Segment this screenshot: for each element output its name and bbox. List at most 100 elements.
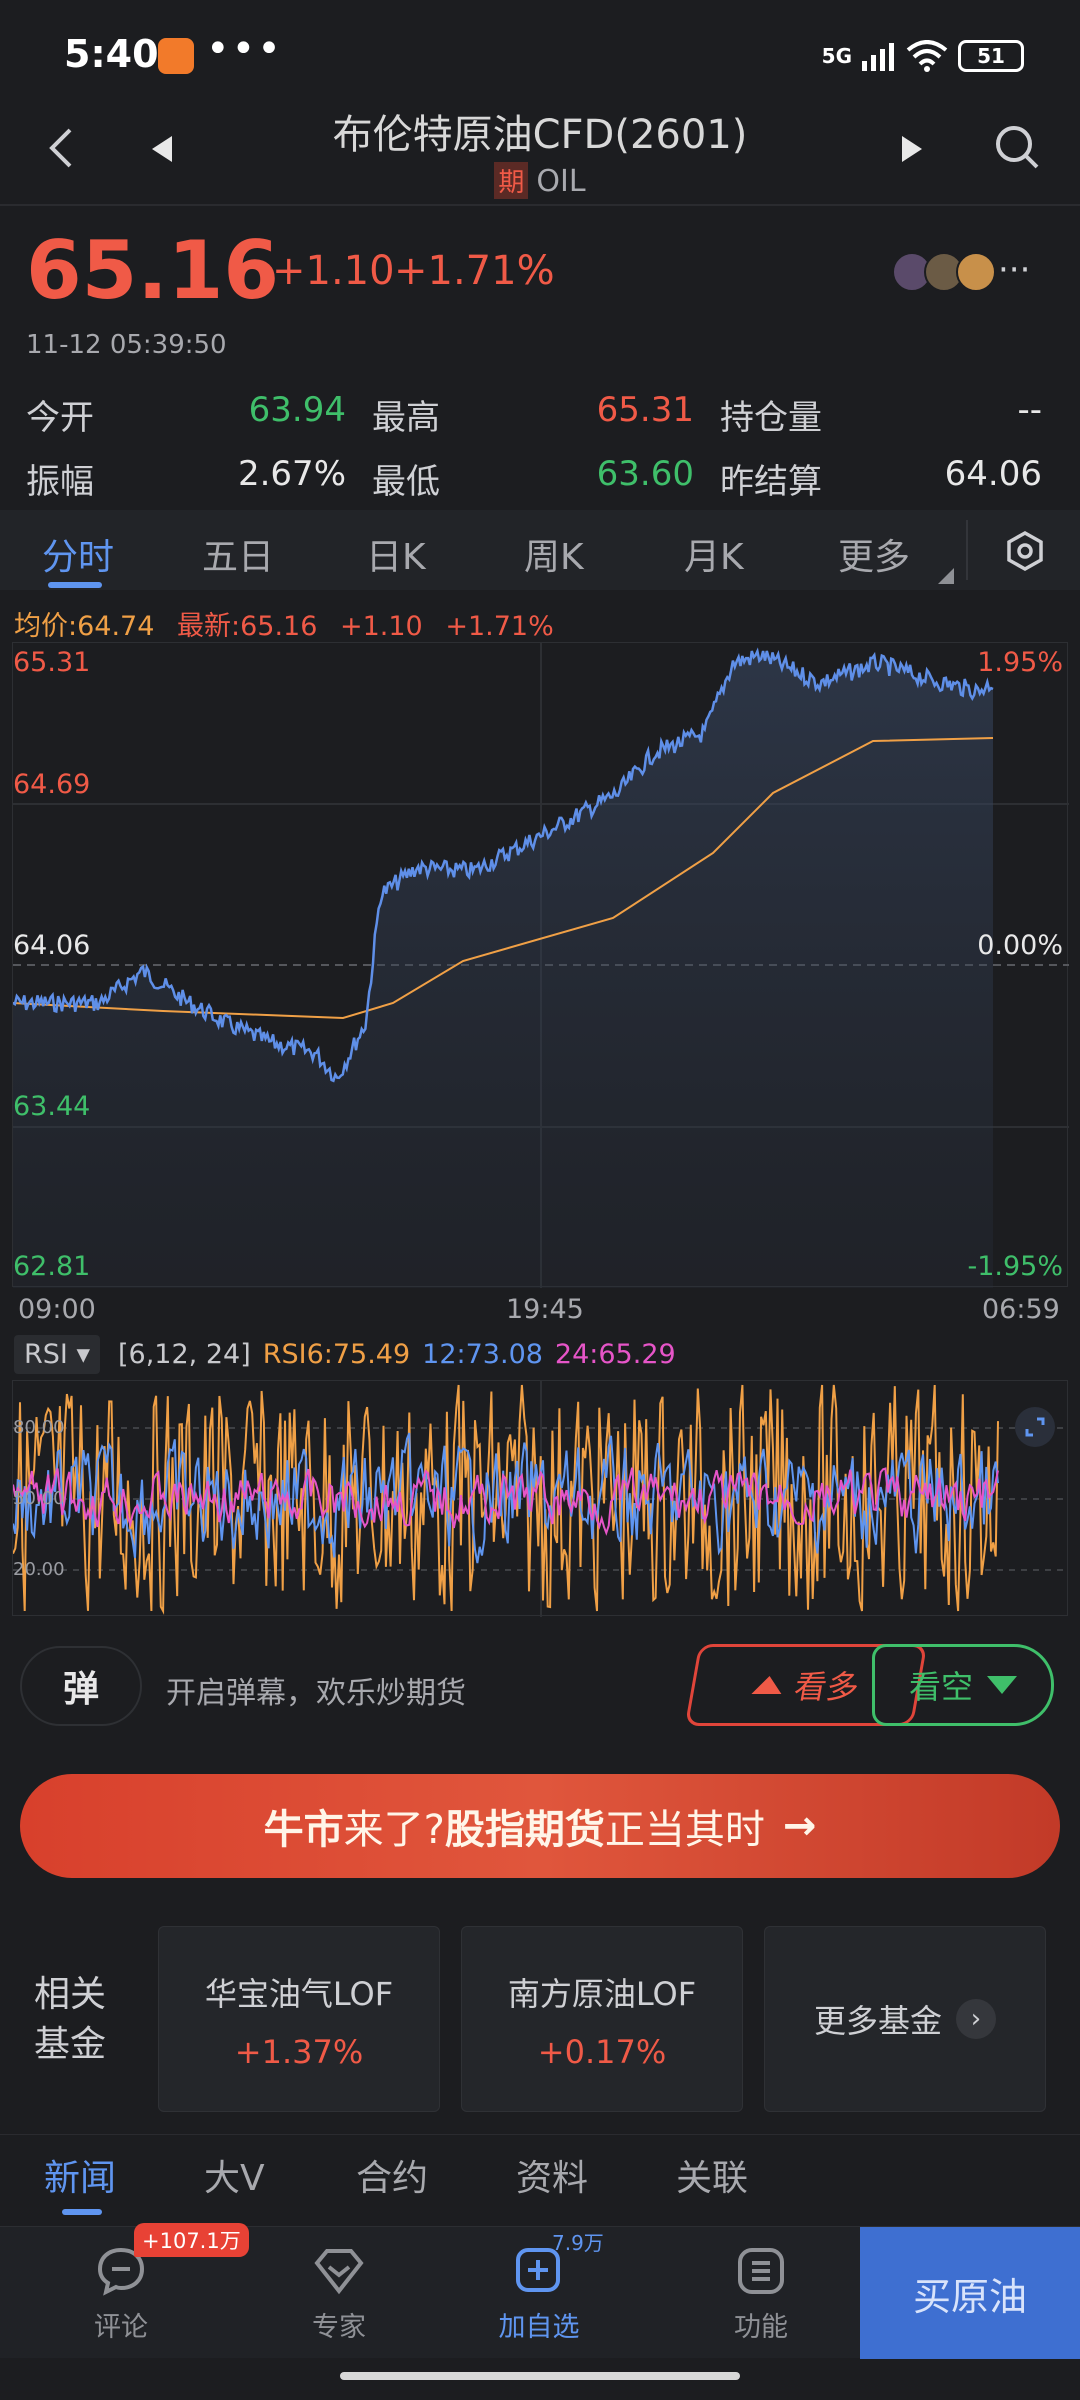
legend-chg: +1.10	[340, 611, 423, 642]
fund-name: 华宝油气LOF	[204, 1975, 394, 2013]
price-change: +1.10	[272, 248, 395, 294]
futures-tag: 期	[494, 162, 529, 199]
rsi24-value: 24:65.29	[554, 1338, 676, 1370]
fund-card[interactable]: 华宝油气LOF +1.37%	[158, 1926, 440, 2112]
intraday-chart-svg	[13, 643, 1069, 1288]
down-arrow-icon	[987, 1676, 1017, 1694]
bearish-label: 看空	[908, 1668, 973, 1706]
rsi12-value: 12:73.08	[422, 1338, 543, 1370]
rsi-chart-svg	[13, 1381, 1069, 1617]
arrow-right-icon: →	[782, 1803, 817, 1849]
tab-five-day[interactable]: 五日	[202, 528, 274, 580]
rsi-chart[interactable]: 80.00 50.00 20.00	[12, 1380, 1069, 1617]
x-label-end: 06:59	[982, 1294, 1060, 1325]
stat-label-open: 今开	[26, 398, 94, 438]
top-nav: 布伦特原油CFD(2601) 期 OIL	[0, 96, 1080, 206]
banner-text-4: 正当其时	[604, 1807, 765, 1853]
fullscreen-icon[interactable]	[1013, 1405, 1057, 1449]
avatar	[956, 252, 996, 292]
legend-pct: +1.71%	[445, 611, 554, 642]
danmaku-icon: 弹	[62, 1669, 99, 1710]
expert-icon	[314, 2249, 364, 2295]
comments-button[interactable]: 评论	[56, 2245, 186, 2344]
banner-text-3: 股指期货	[444, 1807, 605, 1853]
x-label-mid: 19:45	[506, 1294, 584, 1325]
kline-tabs: 分时 五日 日K 周K 月K 更多	[0, 510, 1080, 590]
status-icons: 5G 51	[822, 36, 1024, 76]
y-label-4: 63.44	[13, 1091, 91, 1122]
stat-value-high: 65.31	[596, 390, 694, 430]
stat-value-prev-settle: 64.06	[944, 454, 1042, 494]
stat-label-low: 最低	[372, 462, 440, 502]
bearish-button[interactable]: 看空	[872, 1644, 1054, 1726]
last-price: 65.16	[26, 224, 280, 317]
x-label-start: 09:00	[18, 1294, 96, 1325]
price-area	[13, 651, 993, 1288]
tab-intraday[interactable]: 分时	[42, 528, 114, 580]
more-notifications-icon: •••	[206, 26, 283, 72]
y-label-bottom: 62.81	[13, 1251, 91, 1282]
chevron-right-icon: ›	[956, 1999, 996, 2039]
rsi-level-50: 50.00	[13, 1488, 65, 1509]
dropdown-corner-icon	[938, 568, 954, 584]
tab-more[interactable]: 更多	[838, 528, 910, 580]
symbol-label: OIL	[536, 164, 586, 199]
tab-monthly-k[interactable]: 月K	[684, 528, 744, 580]
stat-value-low: 63.60	[596, 454, 694, 494]
indicator-selector-label: RSI	[24, 1338, 68, 1370]
y-right-mid: 0.00%	[977, 930, 1063, 961]
fund-name: 南方原油LOF	[507, 1975, 697, 2013]
home-indicator[interactable]	[340, 2372, 740, 2380]
search-icon[interactable]	[994, 124, 1040, 170]
tab-big-v[interactable]: 大V	[204, 2149, 265, 2201]
bottom-action-bar: 评论 +107.1万 专家 加自选 7.9万 功能 买原油	[0, 2223, 1080, 2359]
next-instrument-icon[interactable]	[900, 134, 924, 164]
tab-related[interactable]: 关联	[676, 2149, 748, 2201]
stat-label-prev-settle: 昨结算	[720, 462, 822, 502]
functions-label: 功能	[734, 2312, 788, 2343]
comments-label: 评论	[94, 2312, 148, 2343]
buy-oil-label: 买原油	[912, 2274, 1027, 2319]
functions-button[interactable]: 功能	[696, 2245, 826, 2344]
chart-settings-icon[interactable]	[1004, 530, 1046, 572]
tab-info[interactable]: 资料	[516, 2149, 588, 2201]
stat-value-amplitude: 2.67%	[237, 454, 346, 494]
tab-news[interactable]: 新闻	[44, 2149, 116, 2201]
stat-label-high: 最高	[372, 398, 440, 438]
y-label-2: 64.69	[13, 769, 91, 800]
fund-card[interactable]: 南方原油LOF +0.17%	[461, 1926, 743, 2112]
stat-label-amplitude: 振幅	[26, 462, 94, 502]
expert-button[interactable]: 专家	[274, 2245, 404, 2344]
network-label: 5G	[821, 44, 852, 68]
more-funds-button[interactable]: 更多基金 ›	[764, 1926, 1046, 2112]
y-right-bottom: -1.95%	[967, 1251, 1063, 1282]
danmaku-hint[interactable]: 开启弹幕，欢乐炒期货	[166, 1668, 466, 1712]
battery-icon: 51	[958, 40, 1024, 72]
rsi-level-20: 20.00	[13, 1559, 65, 1580]
commenter-avatars[interactable]	[892, 252, 996, 292]
app-notification-icon	[158, 38, 194, 74]
intraday-chart[interactable]: 65.31 64.69 64.06 63.44 62.81 1.95% 0.00…	[12, 642, 1069, 1288]
news-tabs: 新闻 大V 合约 资料 关联	[0, 2134, 1080, 2220]
indicator-selector[interactable]: RSI ▾	[14, 1334, 101, 1374]
promo-banner[interactable]: 牛市 来了? 股指期货 正当其时 →	[20, 1774, 1060, 1878]
rsi6-value: RSI6:75.49	[262, 1338, 411, 1370]
buy-oil-button[interactable]: 买原油	[860, 2227, 1080, 2359]
more-funds-label: 更多基金	[813, 2002, 942, 2040]
more-options-icon[interactable]: ···	[998, 250, 1030, 290]
active-tab-indicator	[62, 2209, 102, 2215]
add-watchlist-button[interactable]: 加自选	[474, 2245, 604, 2344]
danmaku-toggle-button[interactable]: 弹	[20, 1646, 142, 1726]
add-watchlist-label: 加自选	[498, 2312, 580, 2343]
up-arrow-icon	[751, 1676, 782, 1694]
stat-value-open: 63.94	[248, 390, 346, 430]
wifi-icon	[906, 40, 948, 72]
legend-avg: 均价:64.74	[14, 611, 155, 642]
tab-contract[interactable]: 合约	[356, 2149, 428, 2201]
rsi-level-80: 80.00	[13, 1417, 65, 1438]
y-label-mid: 64.06	[13, 930, 91, 961]
tab-weekly-k[interactable]: 周K	[524, 528, 584, 580]
tab-daily-k[interactable]: 日K	[366, 528, 426, 580]
page-subtitle: 期 OIL	[0, 162, 1080, 199]
signal-icon	[862, 43, 894, 71]
